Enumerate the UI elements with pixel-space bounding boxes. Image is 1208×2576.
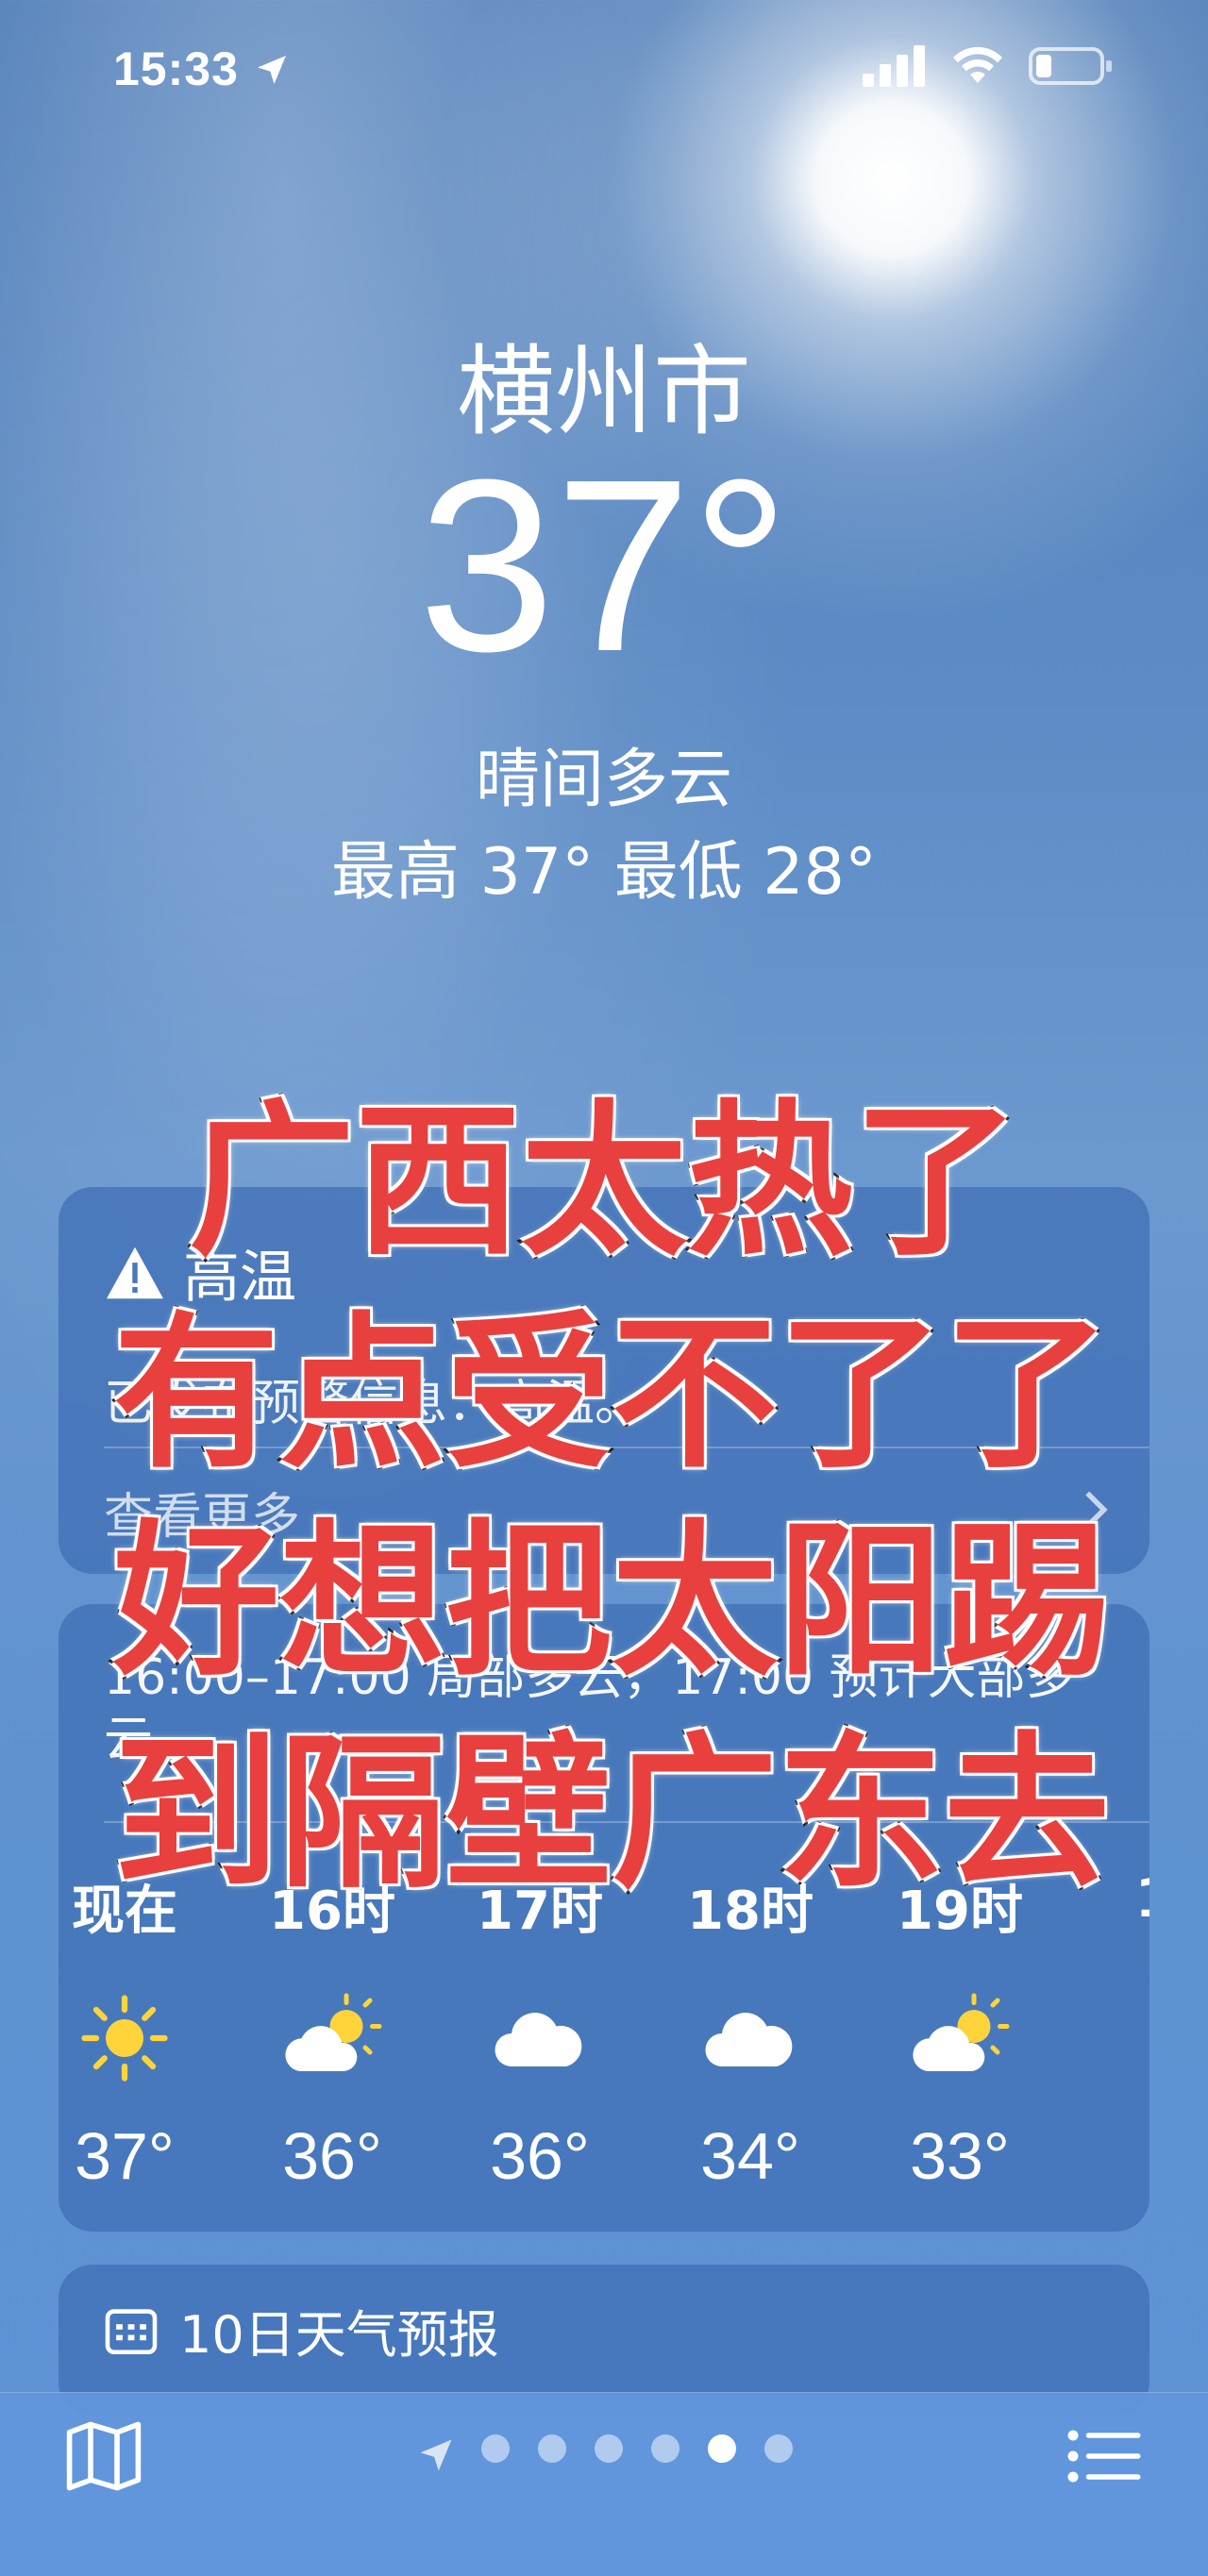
status-icons [863,45,1114,87]
overlay-caption-line: 到隔壁广东去 [110,1717,1113,1911]
current-temperature: 37° [418,429,790,703]
page-dot-active[interactable] [708,2434,736,2463]
page-dot[interactable] [538,2434,566,2463]
status-time: 15:33 [113,42,291,96]
calendar-icon [105,2308,158,2354]
partly-cloudy-icon [856,1991,1064,2085]
sun-icon [1068,1991,1149,2085]
location-arrow-icon [257,56,286,84]
location-page-icon[interactable] [415,2434,457,2476]
page-indicator[interactable] [481,2434,793,2463]
list-icon[interactable] [1065,2425,1144,2487]
page-dot[interactable] [764,2434,793,2463]
signal-icon [863,45,925,87]
wifi-icon [953,46,1002,83]
bottom-toolbar [0,2392,1208,2576]
page-dot[interactable] [595,2434,623,2463]
battery-icon [1029,47,1112,85]
hourly-scroller[interactable]: 现在 37° 16时 36° 17时 36° 18时 34° 19时 33° 1… [59,1868,1149,2246]
page-dot[interactable] [651,2434,680,2463]
overlay-caption-line: 有点受不了了 [110,1297,1113,1491]
condition-text: 晴间多云 [475,743,732,817]
forecast-title: 10日天气预报 [104,2293,499,2367]
cloud-icon [646,1991,854,2085]
cloud-icon [436,1991,644,2085]
partly-cloudy-icon [228,1991,436,2085]
page-dot[interactable] [481,2434,510,2463]
sun-icon [59,1991,228,2085]
map-icon[interactable] [64,2420,143,2492]
overlay-caption-line: 好想把太阳踢 [110,1505,1113,1698]
high-low-text: 最高 37° 最低 28° [331,835,877,910]
overlay-caption-line: 广西太热了 [186,1085,1022,1279]
